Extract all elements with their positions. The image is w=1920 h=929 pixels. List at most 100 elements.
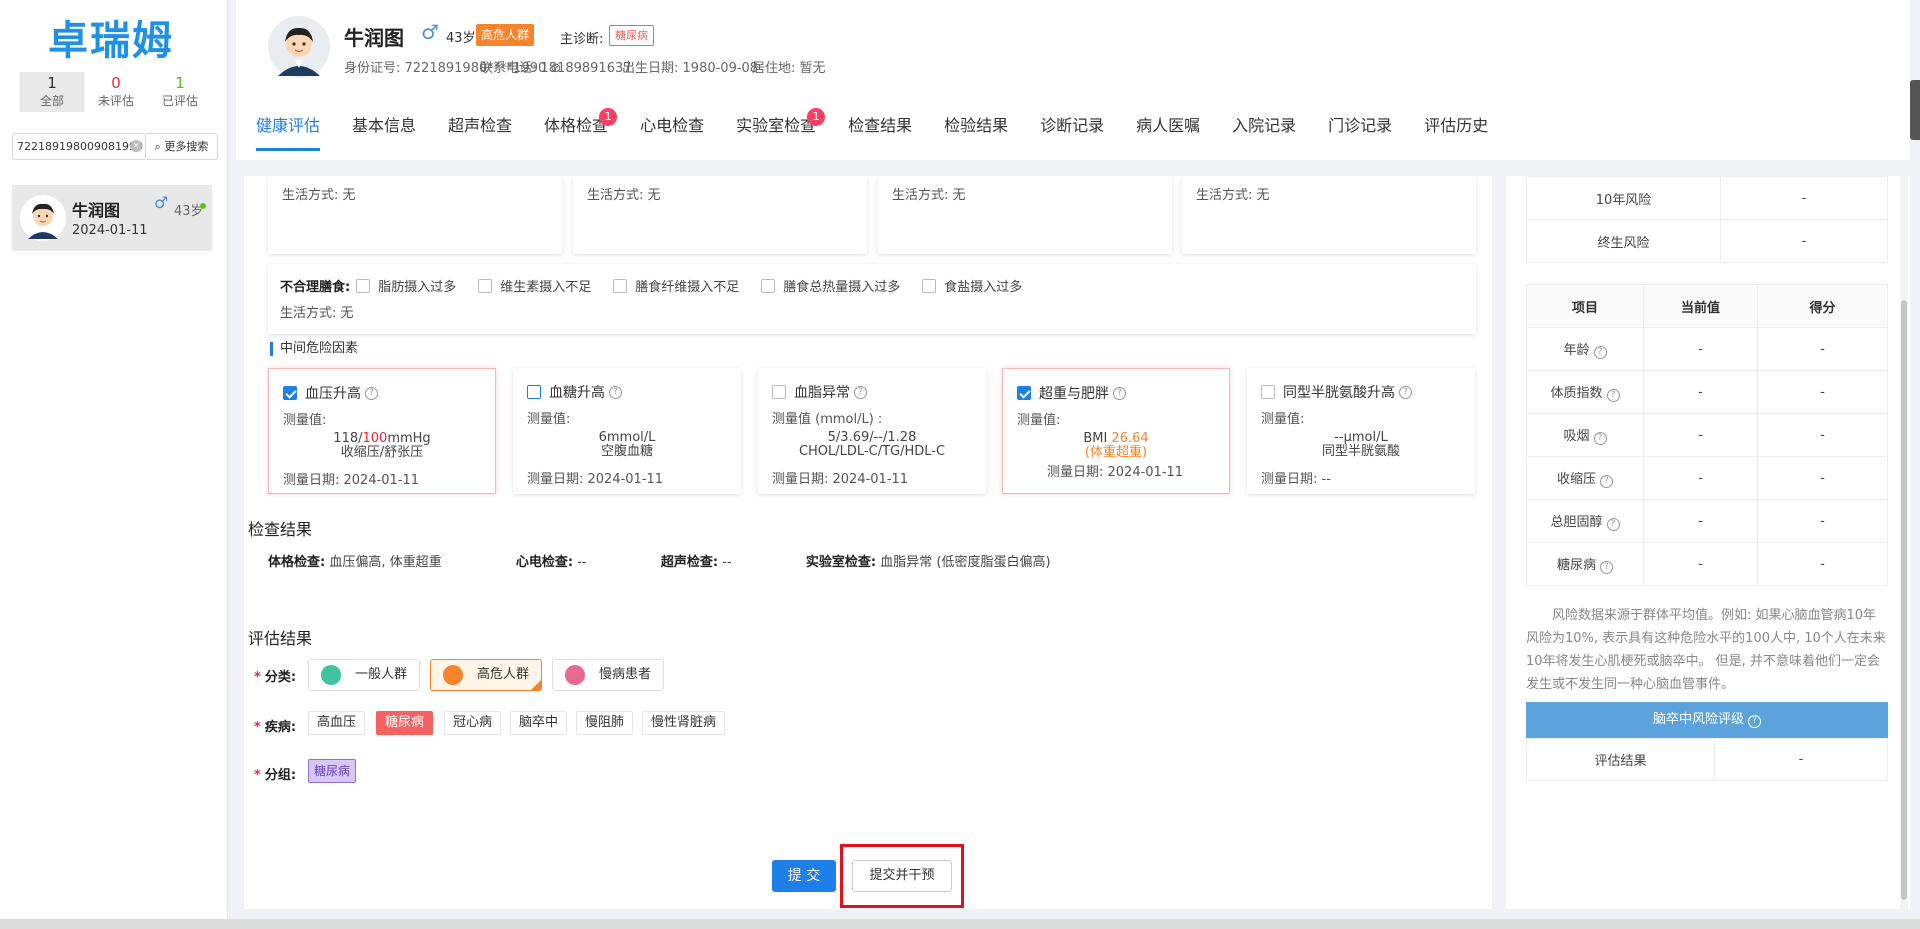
search-input[interactable]: 722189198009081990 × [12,133,146,160]
stat-assessed[interactable]: 1 已评估 [148,72,212,112]
tab-ultrasound[interactable]: 超声检查 [448,116,512,146]
tab-physical-exam[interactable]: 体格检查 1 [544,108,618,146]
diet-option[interactable]: 膳食纤维摄入不足 [613,276,739,295]
disease-chd[interactable]: 冠心病 [444,711,502,735]
checkbox-icon [772,385,786,399]
main-tabs: 健康评估 基本信息 超声检查 体格检查 1 心电检查 实验室检查 1 检查结果 检验… [256,108,1520,146]
measure-label: 测量值: [1017,413,1061,428]
diagnosis-badge: 糖尿病 [609,25,654,46]
tab-exam-results[interactable]: 检查结果 [848,116,912,146]
measure-date: 测量日期: 2024-01-11 [527,472,664,487]
tab-admission[interactable]: 入院记录 [1232,116,1296,146]
diet-option[interactable]: 维生素摄入不足 [478,276,591,295]
horizontal-scrollbar[interactable] [0,919,1920,929]
scrollbar-thumb[interactable] [1901,300,1907,900]
checkbox-icon [356,278,371,293]
risk-card-header[interactable]: 血脂异常? [772,382,867,402]
lifestyle-box: 生活方式: 无 [268,176,562,254]
risk-badge: 高危人群 [476,24,535,46]
help-icon: ? [365,386,378,400]
tab-basic-info[interactable]: 基本信息 [352,116,416,146]
measure-date: 测量日期: 2024-01-11 [283,473,420,488]
risk-card-header[interactable]: 血糖升高? [527,382,622,402]
notification-badge: 1 [599,108,618,126]
stat-all[interactable]: 1 全部 [20,72,84,112]
submit-button[interactable]: 提 交 [772,860,836,892]
diet-option[interactable]: 脂肪摄入过多 [356,276,456,295]
checkbox-icon [1261,385,1275,399]
measure-value: 6mmol/L [598,430,656,445]
tab-ecg[interactable]: 心电检查 [640,116,704,146]
risk-score-table: 项目 当前值 得分 年龄? - - 体质指数? - - 吸烟? - - 收缩压? - - 总胆固… [1526,284,1888,586]
risk-card-header[interactable]: 血压升高? [283,383,378,403]
measure-label: 测量值 (mmol/L) : [772,412,883,427]
risk-card-bp: 血压升高? 测量值: 118/100mmHg 收缩压/舒张压 测量日期: 202… [268,368,496,494]
table-row: 10年风险 - [1526,176,1888,220]
tab-outpatient[interactable]: 门诊记录 [1328,116,1392,146]
help-icon: ? [854,385,867,399]
risk-note: 风险数据来源于群体平均值。例如: 如果心脑血管病10年 风险为10%, 表示具有… [1526,608,1886,692]
disease-ckd[interactable]: 慢性肾脏病 [642,711,726,735]
assessment-panel: 生活方式: 无 生活方式: 无 生活方式: 无 生活方式: 无 不合理膳食: 脂… [244,176,1492,909]
tab-orders[interactable]: 病人医嘱 [1136,116,1200,146]
stat-assessed-label: 已评估 [161,94,198,108]
risk-card-obesity: 超重与肥胖? 测量值: BMI 26.64 (体重超重) 测量日期: 2024-… [1002,368,1230,494]
measure-date: 测量日期: 2024-01-11 [772,472,909,487]
stat-unassessed[interactable]: 0 未评估 [84,72,148,112]
person-icon [443,665,463,685]
diet-option[interactable]: 食盐摄入过多 [922,276,1022,295]
active-tab-indicator [256,148,320,151]
group-tag[interactable]: 糖尿病 [308,759,357,783]
more-search-button[interactable]: ⌕ 更多搜索 [146,133,218,160]
measure-desc: 空腹血糖 [600,444,653,459]
residence: 居住地: 暂无 [752,61,826,76]
status-dot-icon [200,203,206,209]
measure-value: 118/100mmHg [333,431,431,446]
person-icon [565,665,585,685]
diet-option[interactable]: 膳食总热量摄入过多 [761,276,900,295]
risk-section-title: 中间危险因素 [270,342,358,356]
table-row: 收缩压? - - [1526,456,1888,500]
highlight-frame [840,844,964,908]
table-row: 糖尿病? - - [1526,542,1888,586]
tab-health-assessment[interactable]: 健康评估 [256,116,320,146]
disease-stroke[interactable]: 脑卒中 [510,711,568,735]
patient-list-item[interactable]: 牛润图 ♂ 43岁 2024-01-11 [12,185,212,251]
risk-card-header[interactable]: 同型半胱氨酸升高? [1261,382,1412,402]
table-row: 评估结果 - [1526,738,1888,781]
category-high-risk[interactable]: 高危人群 [430,659,542,691]
patient-sidebar: 卓瑞姆 1 全部 0 未评估 1 已评估 722189198009081990 … [0,0,228,929]
disease-hypertension[interactable]: 高血压 [308,711,366,735]
assessment-title: 评估结果 [248,629,313,648]
side-tool-handle[interactable] [1910,80,1920,140]
diet-label: 不合理膳食: [280,280,351,295]
tab-lab[interactable]: 实验室检查 1 [736,108,826,146]
clear-icon[interactable]: × [130,140,142,152]
lifestyle-box: 生活方式: 无 [878,176,1172,254]
stat-unassessed-count: 0 [111,74,121,92]
patient-age: 43岁 [446,31,476,46]
tab-test-results[interactable]: 检验结果 [944,116,1008,146]
disease-diabetes[interactable]: 糖尿病 [376,711,434,735]
category-label: * 分类: [254,670,297,685]
tab-diagnosis[interactable]: 诊断记录 [1040,116,1104,146]
category-general[interactable]: 一般人群 [308,659,420,691]
patient-header: 牛润图 ♂ 43岁 高危人群 主诊断: 糖尿病 身份证号: 7221891980… [236,0,1910,160]
checkbox-checked-icon [283,386,297,400]
patient-name: 牛润图 [344,26,404,50]
category-chronic[interactable]: 慢病患者 [552,659,664,691]
diet-box: 不合理膳食: 脂肪摄入过多 维生素摄入不足 膳食纤维摄入不足 膳食总热量摄入过多… [268,264,1476,334]
disease-label: * 疾病: [254,720,297,735]
stat-all-count: 1 [47,74,57,92]
avatar [20,195,66,241]
lifestyle-box: 生活方式: 无 [573,176,867,254]
table-row: 吸烟? - - [1526,413,1888,457]
help-icon: ? [1748,715,1761,728]
male-icon: ♂ [421,20,439,44]
risk-card-homocysteine: 同型半胱氨酸升高? 测量值: --μmol/L 同型半胱氨酸 测量日期: -- [1247,368,1475,494]
risk-card-header[interactable]: 超重与肥胖? [1017,383,1126,403]
measure-desc: CHOL/LDL-C/TG/HDL-C [798,444,946,459]
tab-history[interactable]: 评估历史 [1424,116,1488,146]
disease-copd[interactable]: 慢阻肺 [576,711,634,735]
measure-desc: 收缩压/舒张压 [340,445,424,460]
